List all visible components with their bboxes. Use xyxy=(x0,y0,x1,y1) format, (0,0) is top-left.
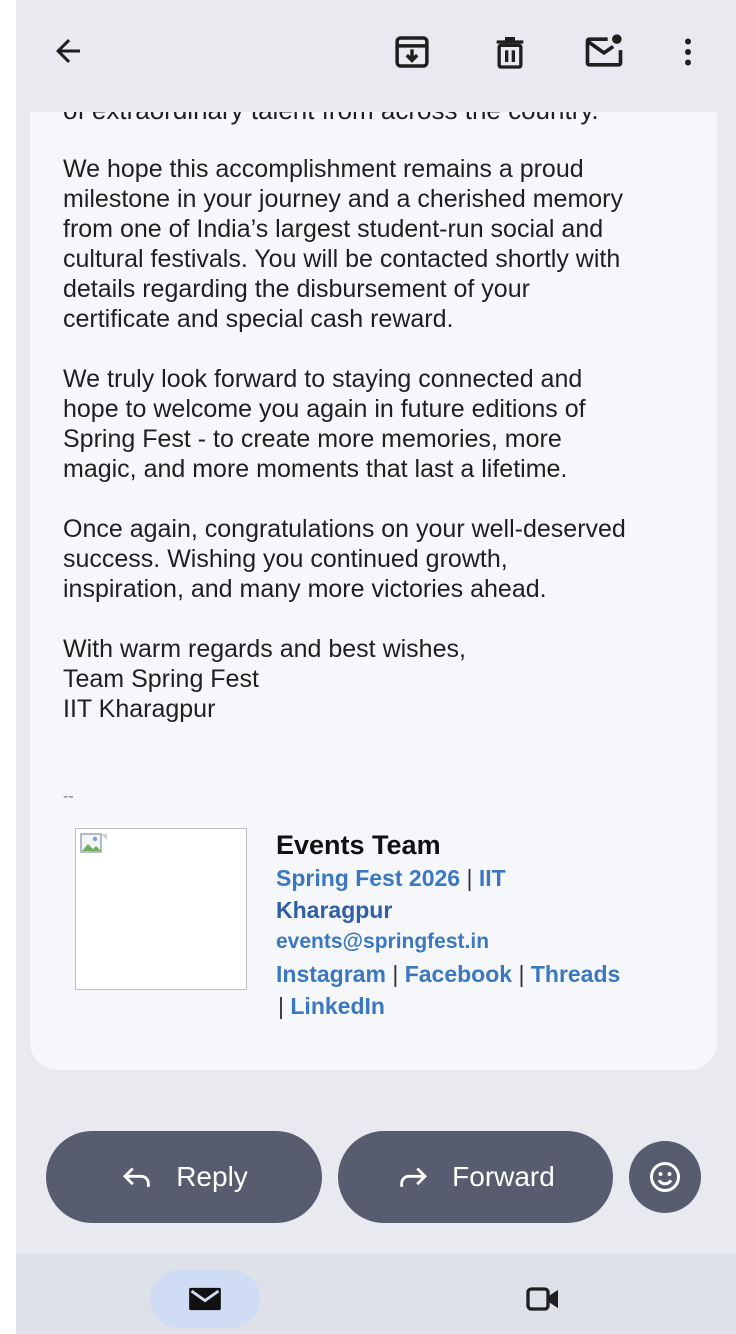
org-link[interactable]: Spring Fest 2026 xyxy=(276,865,460,891)
instagram-link[interactable]: Instagram xyxy=(276,961,386,987)
institute-link-continued[interactable]: Kharagpur xyxy=(276,894,696,926)
email-clipped-line: of extraordinary talent from across the … xyxy=(63,112,599,126)
mark-unread-icon xyxy=(585,34,623,67)
email-paragraph: Once again, congratulations on your well… xyxy=(63,515,626,603)
arrow-left-icon xyxy=(56,39,80,63)
signature-name: Events Team xyxy=(276,830,441,860)
reply-icon xyxy=(123,1167,150,1187)
email-body-card: of extraordinary talent from across the … xyxy=(30,112,717,1070)
video-camera-icon xyxy=(526,1287,558,1311)
screen-edge xyxy=(0,0,16,1334)
signature-email-link[interactable]: events@springfest.in xyxy=(276,926,696,958)
nav-mail-tab[interactable] xyxy=(150,1270,260,1328)
trash-icon xyxy=(496,37,524,69)
email-paragraph: We truly look forward to staying connect… xyxy=(63,365,586,483)
signature-image xyxy=(75,828,247,990)
reply-label: Reply xyxy=(176,1161,248,1192)
email-signature: Events Team Spring Fest 2026 | IIT Khara… xyxy=(276,828,696,1022)
nav-meet-tab[interactable] xyxy=(513,1270,573,1328)
signature-separator: -- xyxy=(63,788,74,805)
more-vert-icon xyxy=(685,38,691,66)
email-closing: With warm regards and best wishes, Team … xyxy=(63,635,466,723)
link-separator: | xyxy=(385,961,405,987)
link-separator: | xyxy=(512,961,531,987)
more-options-button[interactable] xyxy=(660,24,716,80)
institute-link[interactable]: IIT xyxy=(479,865,506,891)
emoji-reaction-button[interactable] xyxy=(629,1141,701,1213)
reply-button[interactable]: Reply xyxy=(46,1131,322,1223)
threads-link[interactable]: Threads xyxy=(531,961,620,987)
linkedin-link[interactable]: LinkedIn xyxy=(290,993,385,1019)
emoji-reaction-icon xyxy=(650,1162,680,1192)
archive-icon xyxy=(395,36,429,68)
email-body: We hope this accomplishment remains a pr… xyxy=(63,154,703,754)
facebook-link[interactable]: Facebook xyxy=(405,961,512,987)
top-app-bar xyxy=(16,0,736,112)
delete-button[interactable] xyxy=(482,24,538,80)
mark-unread-button[interactable] xyxy=(576,24,632,80)
mail-icon xyxy=(189,1287,221,1311)
back-button[interactable] xyxy=(40,23,96,79)
link-separator: | xyxy=(278,993,291,1019)
bottom-navigation xyxy=(16,1254,736,1334)
archive-button[interactable] xyxy=(384,24,440,80)
broken-image-icon xyxy=(80,833,107,853)
forward-label: Forward xyxy=(452,1161,555,1192)
email-paragraph: We hope this accomplishment remains a pr… xyxy=(63,155,623,333)
forward-icon xyxy=(400,1167,428,1187)
link-separator: | xyxy=(460,865,479,891)
forward-button[interactable]: Forward xyxy=(338,1131,613,1223)
